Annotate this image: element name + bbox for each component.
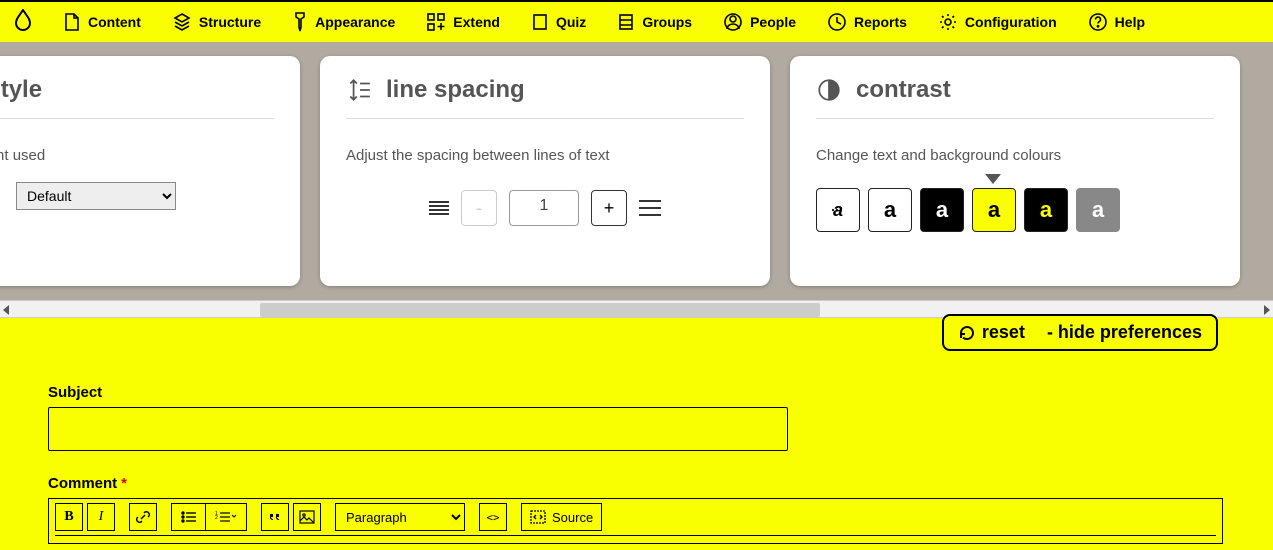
nav-label: Help (1115, 14, 1145, 30)
nav-quiz[interactable]: Quiz (532, 13, 586, 31)
italic-button[interactable]: I (87, 503, 115, 531)
admin-toolbar: Content Structure Appearance Extend Quiz… (0, 0, 1273, 42)
nav-help[interactable]: Help (1089, 13, 1145, 31)
card-contrast: contrast Change text and background colo… (790, 56, 1240, 286)
nav-label: Groups (642, 14, 692, 30)
paragraph-select[interactable]: Paragraph (335, 503, 465, 531)
dense-lines-icon (429, 199, 449, 217)
card-desc: Adjust the spacing between lines of text (346, 147, 744, 164)
contrast-swatch-yellow[interactable]: a (972, 188, 1016, 232)
card-desc: Change text and background colours (816, 147, 1214, 164)
code-button[interactable]: <> (479, 503, 507, 531)
nav-people[interactable]: People (724, 13, 796, 31)
svg-text:2: 2 (215, 515, 218, 521)
active-indicator-icon (985, 174, 1001, 184)
contrast-swatch-gray[interactable]: a (1076, 188, 1120, 232)
scrollbar-thumb[interactable] (260, 303, 820, 317)
editor-body[interactable] (55, 535, 1216, 543)
accessibility-cards: ext style e the font used Default line s… (0, 42, 1273, 300)
bullet-list-button[interactable] (171, 503, 205, 531)
ordered-list-button[interactable]: 12 (205, 503, 247, 531)
nav-extend[interactable]: Extend (427, 13, 500, 31)
nav-label: Extend (453, 14, 500, 30)
font-select[interactable]: Default (16, 182, 176, 210)
contrast-swatch-black-yellow[interactable]: a (1024, 188, 1068, 232)
bold-button[interactable]: B (55, 503, 83, 531)
nav-label: Configuration (965, 14, 1057, 30)
decrease-spacing-button[interactable]: - (461, 190, 497, 226)
nav-label: Reports (854, 14, 907, 30)
nav-appearance[interactable]: Appearance (293, 12, 395, 32)
nav-content[interactable]: Content (64, 13, 141, 31)
nav-configuration[interactable]: Configuration (939, 13, 1057, 31)
nav-reports[interactable]: Reports (828, 13, 907, 31)
nav-label: Structure (199, 14, 261, 30)
spacing-value: 1 (509, 190, 579, 226)
hide-preferences-button[interactable]: - hide preferences (1047, 322, 1202, 343)
subject-label: Subject (48, 384, 1225, 401)
loose-lines-icon (639, 195, 661, 221)
source-button[interactable]: Source (521, 503, 602, 531)
brand-logo[interactable] (14, 9, 32, 36)
nav-groups[interactable]: Groups (618, 13, 692, 31)
required-mark: * (121, 475, 127, 492)
card-title: line spacing (346, 76, 744, 119)
nav-label: Quiz (556, 14, 586, 30)
increase-spacing-button[interactable]: + (591, 190, 627, 226)
contrast-swatch-white[interactable]: a (868, 188, 912, 232)
contrast-swatch-black[interactable]: a (920, 188, 964, 232)
subject-input[interactable] (48, 407, 788, 451)
contrast-swatch-auto[interactable]: a (816, 188, 860, 232)
page-content: reset - hide preferences Subject Comment… (0, 318, 1273, 550)
comment-label: Comment * (48, 475, 1225, 492)
editor-toolbar: B I 12 (49, 499, 1222, 535)
preferences-bar: reset - hide preferences (942, 314, 1218, 351)
link-button[interactable] (129, 503, 157, 531)
nav-label: Content (88, 14, 141, 30)
blockquote-button[interactable] (261, 503, 289, 531)
image-button[interactable] (293, 503, 321, 531)
card-title: ext style (0, 76, 274, 119)
card-desc: e the font used (0, 147, 274, 164)
nav-label: People (750, 14, 796, 30)
card-text-style: ext style e the font used Default (0, 56, 300, 286)
card-line-spacing: line spacing Adjust the spacing between … (320, 56, 770, 286)
nav-label: Appearance (315, 14, 395, 30)
reset-button[interactable]: reset (958, 322, 1025, 343)
card-title: contrast (816, 76, 1214, 119)
nav-structure[interactable]: Structure (173, 13, 261, 31)
rich-text-editor: B I 12 (48, 498, 1223, 544)
